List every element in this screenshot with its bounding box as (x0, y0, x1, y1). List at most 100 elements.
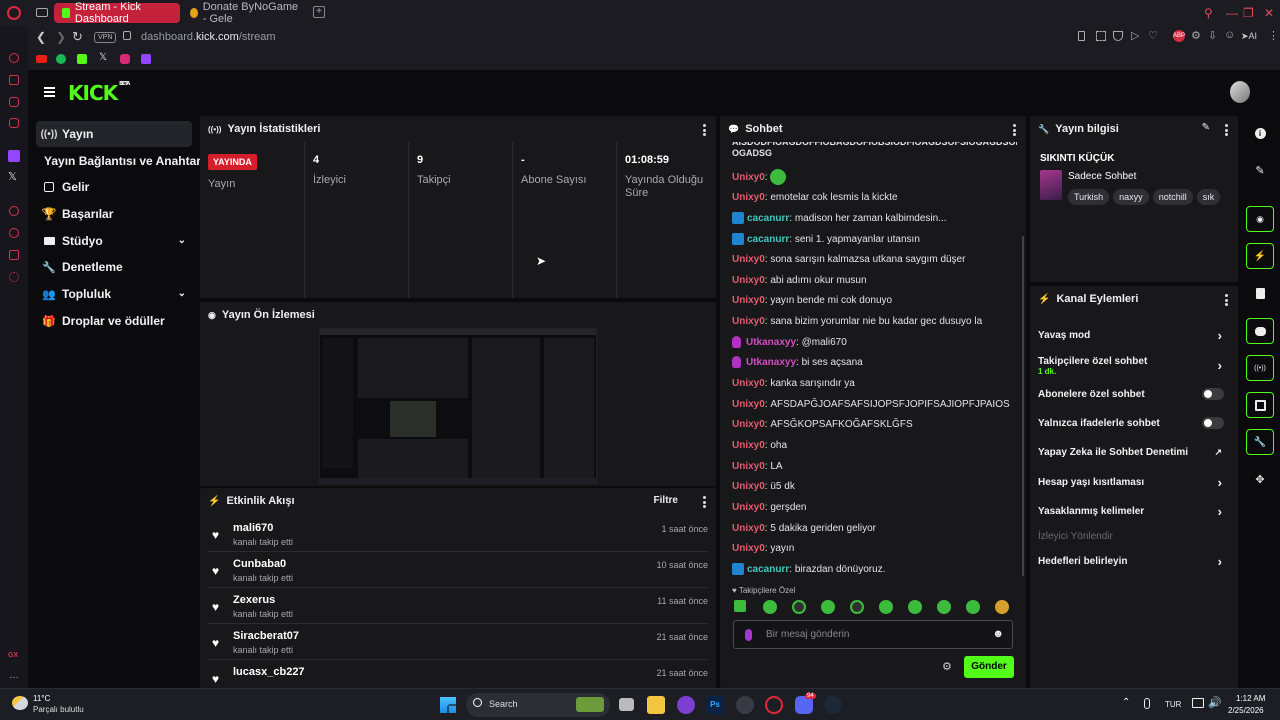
youtube-bookmark-icon[interactable] (36, 55, 47, 63)
hamburger-menu-icon[interactable] (44, 87, 55, 97)
app-icon-wheel[interactable] (736, 696, 754, 714)
x-bookmark-icon[interactable]: 𝕏 (99, 52, 107, 63)
action-ai-moderation[interactable]: Yapay Zeka ile Sohbet Denetimi ↗ (1038, 441, 1230, 463)
twitch-bookmark-icon[interactable] (141, 54, 151, 64)
search-tabs-icon[interactable]: ⚲ (1204, 6, 1213, 20)
more-options-icon[interactable] (703, 124, 706, 138)
more-options-icon[interactable] (1013, 124, 1016, 138)
more-options-icon[interactable] (1225, 294, 1228, 308)
clock-time[interactable]: 1:12 AM (1236, 694, 1265, 703)
action-subscribers-only[interactable]: Abonelere özel sohbet (1038, 383, 1230, 405)
subscribers-only-toggle[interactable] (1202, 388, 1224, 400)
nav-item-stream-key[interactable]: Yayın Bağlantısı ve Anahtarı (44, 148, 204, 174)
instagram-bookmark-icon[interactable] (120, 54, 130, 64)
new-tab-button[interactable]: + (313, 6, 325, 18)
crypto-wallet-icon[interactable] (9, 75, 19, 85)
chat-scrollbar[interactable] (1022, 236, 1024, 576)
messenger-icon[interactable] (9, 97, 19, 107)
emote-icon[interactable] (966, 600, 980, 614)
action-account-age[interactable]: Hesap yaşı kısıtlaması › (1038, 471, 1230, 493)
more-options-icon[interactable] (1225, 124, 1228, 138)
notes-tool-button[interactable] (1246, 280, 1274, 306)
minimize-icon[interactable]: — (1226, 6, 1238, 20)
tag[interactable]: Turkish (1068, 189, 1110, 205)
browser-menu-icon[interactable]: ⋮ (1268, 29, 1279, 42)
app-icon-purple[interactable] (677, 696, 695, 714)
user-avatar[interactable] (1230, 81, 1250, 103)
network-icon[interactable] (1192, 698, 1204, 708)
stream-preview-video[interactable] (319, 328, 597, 484)
info-tool-button[interactable]: i (1246, 120, 1274, 146)
emote-icon[interactable] (763, 600, 777, 614)
emote-icon[interactable] (734, 600, 746, 612)
extensions-side-icon[interactable] (9, 250, 19, 260)
layout-tool-button[interactable] (1246, 392, 1274, 418)
history-icon[interactable] (9, 206, 19, 216)
action-emotes-only[interactable]: Yalnızca ifadelerle sohbet (1038, 412, 1230, 434)
taskbar-search[interactable]: Search (466, 693, 610, 717)
settings-side-icon[interactable] (9, 272, 19, 282)
tag[interactable]: naxyy (1113, 189, 1149, 205)
kick-logo[interactable]: KICK BETA (68, 81, 130, 105)
action-followers-only[interactable]: Takipçilere özel sohbet 1 dk. › (1038, 352, 1230, 380)
edit-pencil-icon[interactable]: ✎ (1202, 122, 1210, 133)
nav-item-revenue[interactable]: Gelir (36, 174, 192, 200)
aria-ai-button[interactable]: ➤AI (1241, 31, 1257, 42)
windows-start-icon[interactable] (440, 697, 456, 713)
language-indicator[interactable]: TUR (1165, 700, 1181, 709)
reload-icon[interactable]: ↻ (72, 29, 83, 45)
gx-icon[interactable]: GX (8, 652, 18, 659)
kick-bookmark-icon[interactable] (77, 54, 87, 64)
file-explorer-icon[interactable] (647, 696, 665, 714)
extensions-icon[interactable]: ⚙ (1191, 29, 1201, 42)
snapshot-icon[interactable] (1096, 31, 1106, 41)
chat-settings-icon[interactable]: ⚙ (942, 660, 952, 673)
clock-icon[interactable] (9, 228, 19, 238)
emote-icon[interactable] (821, 600, 835, 614)
nav-item-achievements[interactable]: 🏆 Başarılar (36, 201, 192, 227)
opera-gx-taskbar-icon[interactable] (765, 696, 783, 714)
emote-icon[interactable] (937, 600, 951, 614)
adblock-icon[interactable]: ABP (1173, 30, 1185, 42)
photoshop-icon[interactable]: Ps (706, 696, 724, 714)
steam-icon[interactable] (824, 696, 842, 714)
nav-item-stream[interactable]: ((•)) Yayın (36, 121, 192, 147)
chat-input[interactable]: Bir mesaj gönderin ☻ (733, 620, 1013, 649)
emote-icon[interactable] (792, 600, 806, 614)
url-field[interactable]: dashboard.kick.com/stream (141, 31, 276, 43)
instagram-side-icon[interactable] (9, 118, 19, 128)
stats-tool-button[interactable]: ((•)) (1246, 355, 1274, 381)
stream-info-tool-button[interactable]: 🔧 (1246, 429, 1274, 455)
vpn-badge[interactable]: VPN (94, 32, 117, 43)
emoji-icon[interactable]: ☻ (992, 628, 1004, 640)
emote-icon[interactable] (850, 600, 864, 614)
back-icon[interactable]: ❮ (36, 30, 46, 44)
opera-logo-icon[interactable] (7, 6, 21, 20)
filter-button[interactable]: Filtre (654, 495, 678, 506)
tag[interactable]: sık (1196, 189, 1221, 205)
emote-icon[interactable] (908, 600, 922, 614)
task-view-icon[interactable] (619, 698, 634, 711)
nav-item-moderation[interactable]: 🔧 Denetleme (36, 254, 192, 280)
more-tools-button[interactable]: ✥ (1246, 466, 1274, 492)
microphone-icon[interactable] (1144, 698, 1150, 709)
nav-item-studio[interactable]: Stüdyo ⌄ (36, 228, 192, 254)
nav-item-drops[interactable]: 🎁 Droplar ve ödüller (36, 308, 192, 334)
send-button[interactable]: Gönder (964, 656, 1014, 678)
account-icon[interactable]: ☺ (1224, 29, 1235, 41)
nav-item-community[interactable]: 👥 Topluluk ⌄ (36, 281, 192, 307)
workspace-icon[interactable] (36, 8, 48, 17)
preview-tool-button[interactable]: ◉ (1246, 206, 1274, 232)
clock-date[interactable]: 2/25/2026 (1228, 706, 1264, 715)
action-banned-words[interactable]: Yasaklanmış kelimeler › (1038, 500, 1230, 522)
more-side-icon[interactable]: … (9, 670, 19, 681)
tab-donate[interactable]: Donate ByNoGame - Gele (182, 1, 310, 25)
action-slow-mode[interactable]: Yavaş mod › (1038, 324, 1230, 346)
aria-icon[interactable] (9, 53, 19, 63)
forward-icon[interactable]: ❯ (56, 30, 66, 44)
more-options-icon[interactable] (703, 496, 706, 510)
spotify-bookmark-icon[interactable] (56, 54, 66, 64)
action-set-goals[interactable]: Hedefleri belirleyin › (1038, 550, 1230, 572)
maximize-icon[interactable]: ❐ (1243, 6, 1254, 20)
downloads-icon[interactable]: ⇩ (1208, 29, 1217, 42)
